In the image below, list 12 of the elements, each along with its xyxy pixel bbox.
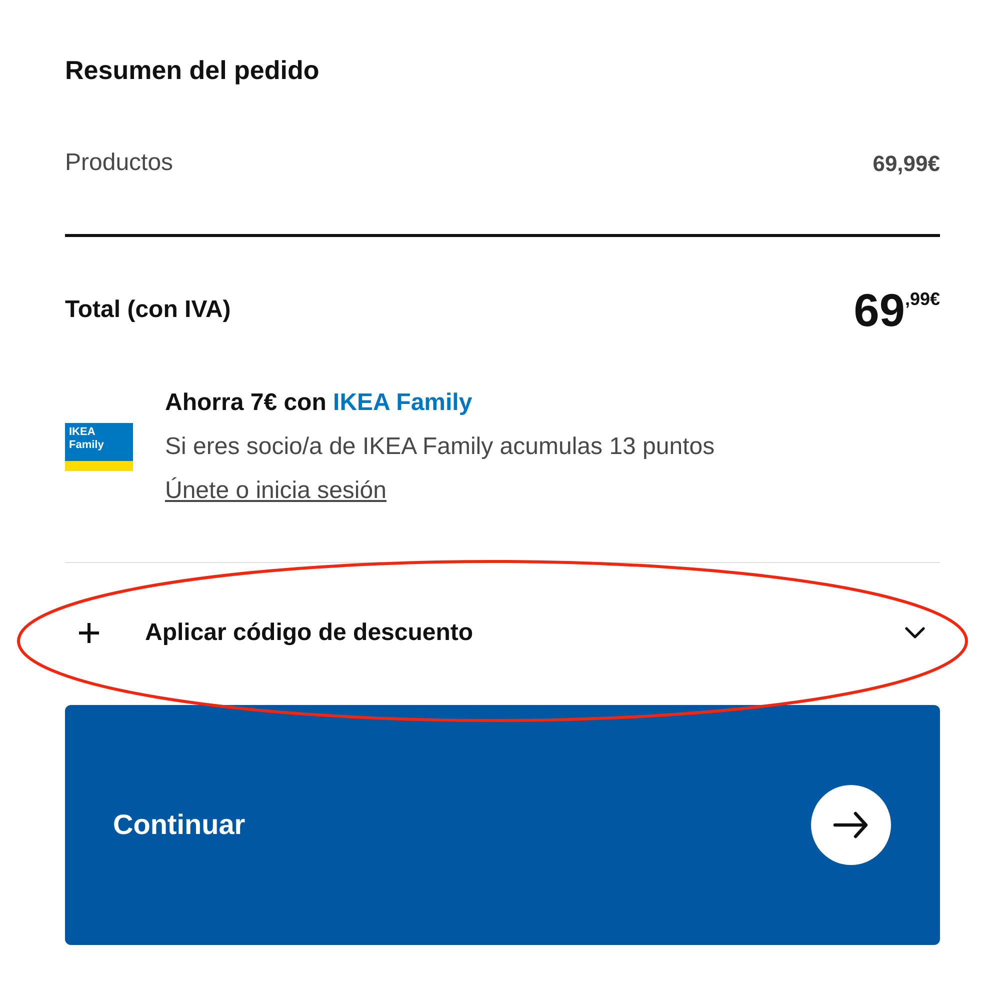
plus-icon	[79, 623, 99, 643]
join-or-sign-in-link[interactable]: Únete o inicia sesión	[165, 477, 386, 504]
line-label: Productos	[65, 148, 174, 178]
arrow-right-icon	[811, 785, 891, 865]
continue-button[interactable]: Continuar	[65, 705, 940, 945]
ikea-family-logo: IKEA Family	[65, 423, 133, 471]
line-amount: 69,99€	[872, 150, 940, 178]
order-summary-title: Resumen del pedido	[65, 54, 320, 86]
family-offer-description: Si eres socio/a de IKEA Family acumulas 13 puntos Únete o inicia sesión	[165, 432, 716, 506]
family-offer-heading: Ahorra 7€ con IKEA Family	[165, 388, 474, 418]
ikea-family-link[interactable]: IKEA Family	[333, 389, 472, 416]
total-label: Total (con IVA)	[65, 295, 231, 325]
